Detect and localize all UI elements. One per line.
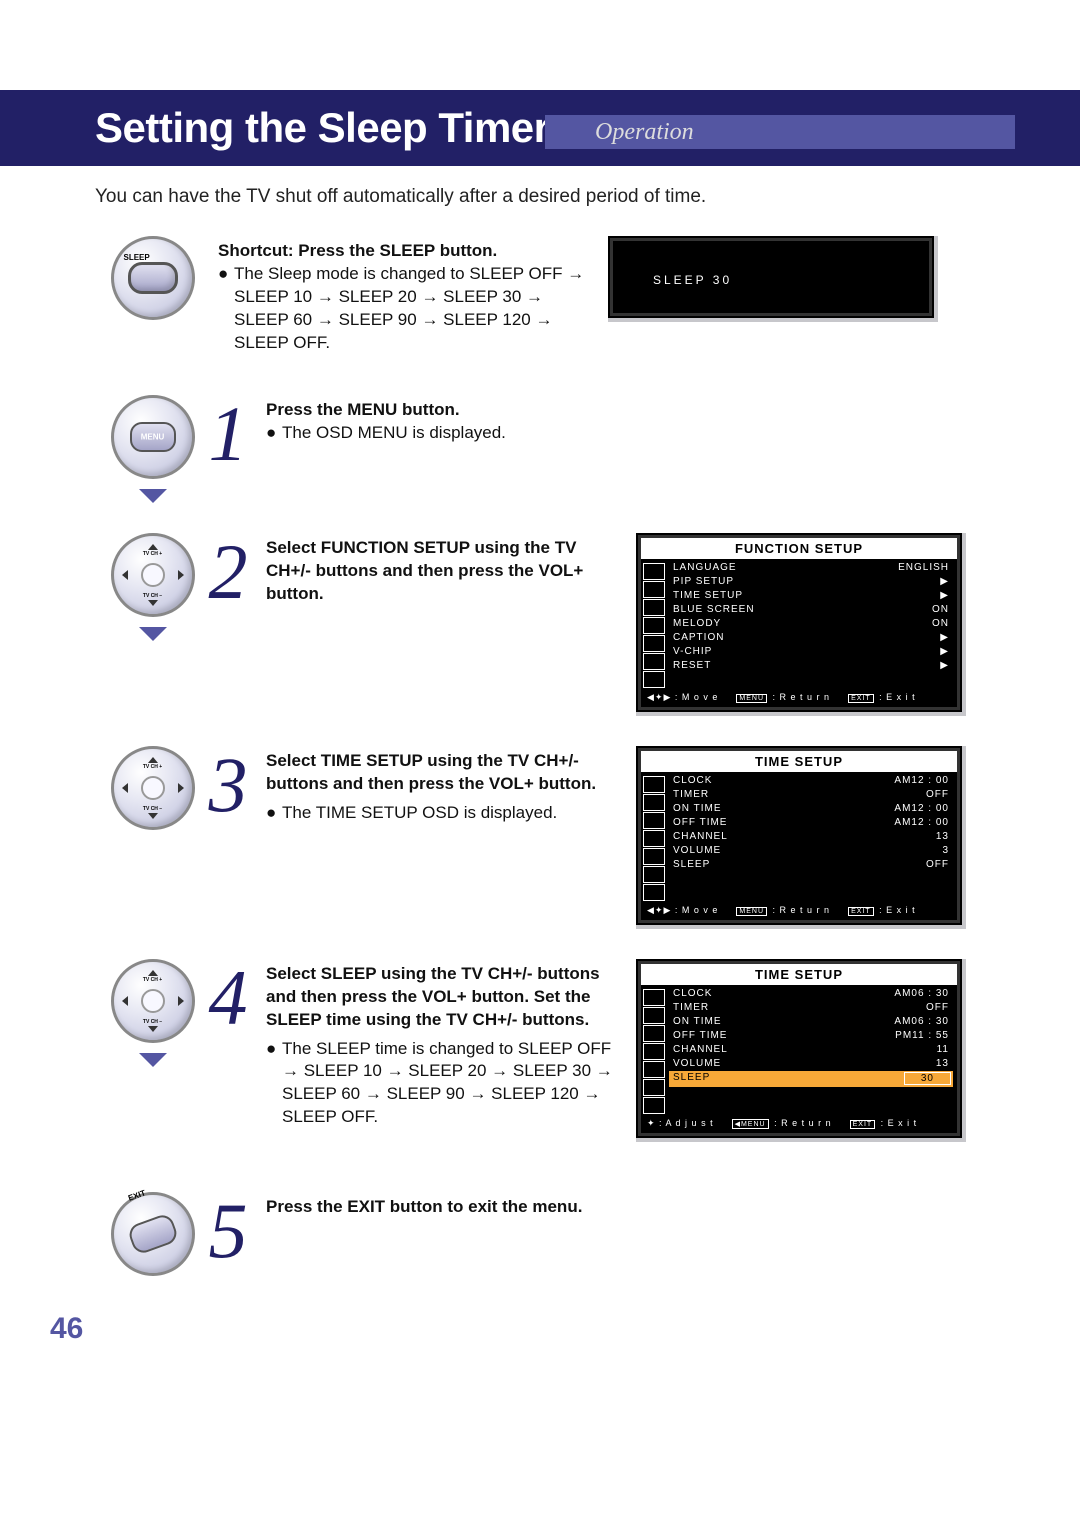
osd-menu-row: LANGUAGEENGLISH [673,561,949,575]
osd-sidebar-icon [643,1007,665,1024]
osd-menu-row: ON TIMEAM12 : 00 [673,802,949,816]
osd-menu: FUNCTION SETUP LANGUAGEENGLISHPIP SETUP▶… [636,533,966,716]
osd-sidebar-icon [643,812,665,829]
osd-sidebar-icon [643,794,665,811]
down-arrow-icon [139,489,167,503]
osd-sidebar-icon [643,1097,665,1114]
osd-sidebar-icon [643,776,665,793]
exit-pill-icon [126,1212,179,1256]
osd-menu-row: V-CHIP▶ [673,645,949,659]
step5-heading: Press the EXIT button to exit the menu. [266,1197,582,1216]
step2-heading: Select FUNCTION SETUP using the TV CH+/-… [266,538,583,603]
step-number-4: 4 [198,959,258,1037]
dpad-down-label: TV CH – [143,593,162,599]
osd-menu-row: CHANNEL11 [673,1043,949,1057]
osd-menu-row: RESET▶ [673,659,949,673]
step3-bullet: The TIME SETUP OSD is displayed. [282,802,557,825]
osd-sidebar-icon [643,635,665,652]
step3-heading: Select TIME SETUP using the TV CH+/- but… [266,751,596,793]
osd-sidebar-icon [643,1043,665,1060]
dpad-up-label: TV CH + [143,764,162,770]
osd-title: TIME SETUP [641,964,957,985]
osd-sidebar-icon [643,848,665,865]
osd-menu-row: CLOCKAM12 : 00 [673,774,949,788]
osd-sleep-preview: SLEEP 30 [608,236,938,322]
osd-menu-row: TIMEROFF [673,1001,949,1015]
osd-sidebar-icon [643,884,665,901]
remote-sleep-button: SLEEP [111,236,195,320]
osd-sidebar-icon [643,617,665,634]
dpad-down-label: TV CH – [143,1019,162,1025]
osd-menu: TIME SETUP CLOCKAM12 : 00TIMEROFFON TIME… [636,746,966,929]
osd-sidebar-icon [643,989,665,1006]
osd-menu-row: CLOCKAM06 : 30 [673,987,949,1001]
osd-title: TIME SETUP [641,751,957,772]
dpad-down-label: TV CH – [143,806,162,812]
remote-dpad: TV CH + TV CH – [111,533,195,617]
osd-menu-row: SLEEPOFF [673,858,949,872]
osd-menu-row: OFF TIMEPM11 : 55 [673,1029,949,1043]
osd-menu: TIME SETUP CLOCKAM06 : 30TIMEROFFON TIME… [636,959,966,1142]
step4-bullet: The SLEEP time is changed to SLEEP OFF →… [282,1038,616,1130]
section-header: Operation [545,115,1015,149]
shortcut-heading: Shortcut: Press the SLEEP button. [218,241,497,260]
osd-sleep-value: SLEEP 30 [615,243,927,297]
step1-heading: Press the MENU button. [266,400,460,419]
osd-footer: ◀✦▶ : M o v e MENU : R e t u r n EXIT : … [643,901,955,918]
osd-sidebar-icon [643,581,665,598]
osd-sidebar-icon [643,671,665,688]
shortcut-text: The Sleep mode is changed to SLEEP OFF →… [234,263,588,355]
osd-menu-row: PIP SETUP▶ [673,575,949,589]
osd-menu-row: OFF TIMEAM12 : 00 [673,816,949,830]
dpad-up-label: TV CH + [143,551,162,557]
osd-menu-row: TIMEROFF [673,788,949,802]
dpad-up-label: TV CH + [143,977,162,983]
step-number-1: 1 [198,395,258,473]
page-number: 46 [50,1312,83,1346]
intro-text: You can have the TV shut off automatical… [95,186,1080,208]
step-number-5: 5 [198,1192,258,1270]
osd-sidebar-icon [643,1079,665,1096]
osd-sidebar-icon [643,563,665,580]
step-number-3: 3 [198,746,258,824]
osd-sidebar-icon [643,830,665,847]
remote-dpad: TV CH + TV CH – [111,959,195,1043]
osd-menu-row: CAPTION▶ [673,631,949,645]
remote-menu-button: MENU [111,395,195,479]
menu-pill-icon: MENU [130,422,176,452]
osd-menu-row: SLEEP30 [669,1071,953,1087]
osd-sidebar-icon [643,1061,665,1078]
osd-title: FUNCTION SETUP [641,538,957,559]
step-number-2: 2 [198,533,258,611]
osd-menu-row: TIME SETUP▶ [673,589,949,603]
step1-bullet: The OSD MENU is displayed. [282,422,506,445]
osd-sidebar-icon [643,866,665,883]
osd-menu-row: VOLUME13 [673,1057,949,1071]
menu-label: MENU [141,432,165,441]
remote-dpad: TV CH + TV CH – [111,746,195,830]
osd-menu-row: CHANNEL13 [673,830,949,844]
step4-heading: Select SLEEP using the TV CH+/- buttons … [266,964,600,1029]
osd-sidebar-icon [643,653,665,670]
sleep-label: SLEEP [124,253,150,262]
down-arrow-icon [139,1053,167,1067]
osd-footer: ✦ : A d j u s t ◀MENU : R e t u r n EXIT… [643,1114,955,1131]
osd-menu-row: VOLUME3 [673,844,949,858]
osd-sidebar-icon [643,599,665,616]
sleep-pill-icon [128,262,178,294]
remote-exit-button: EXIT [111,1192,195,1276]
osd-footer: ◀✦▶ : M o v e MENU : R e t u r n EXIT : … [643,688,955,705]
down-arrow-icon [139,627,167,641]
exit-label: EXIT [126,1188,146,1203]
osd-menu-row: ON TIMEAM06 : 30 [673,1015,949,1029]
osd-sidebar-icon [643,1025,665,1042]
osd-menu-row: BLUE SCREENON [673,603,949,617]
osd-menu-row: MELODYON [673,617,949,631]
